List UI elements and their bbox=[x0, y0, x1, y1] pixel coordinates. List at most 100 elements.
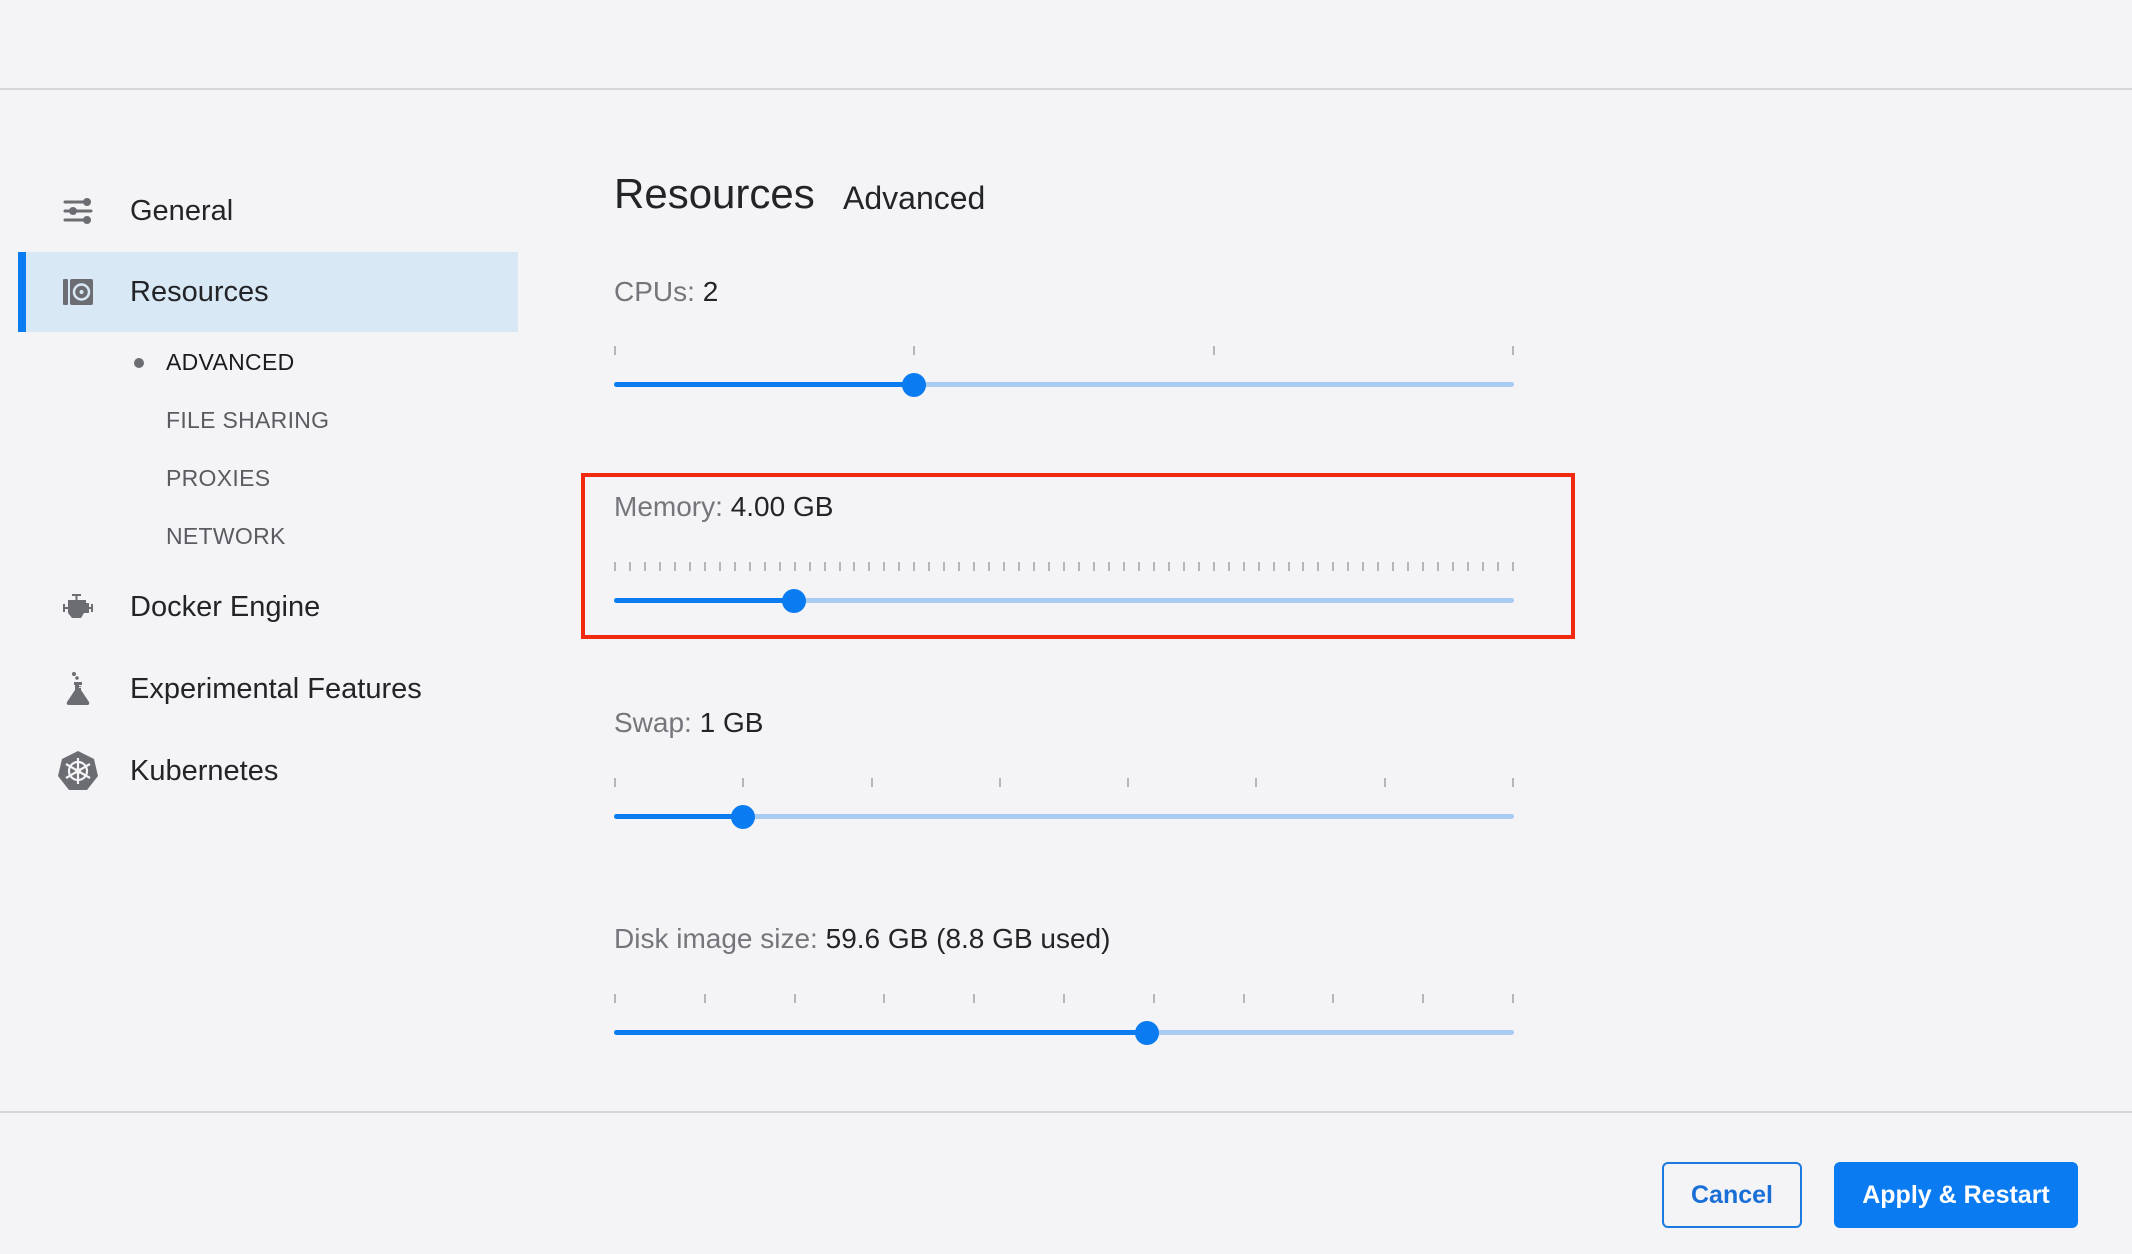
slider-tick bbox=[1122, 562, 1125, 571]
slider-tick bbox=[883, 562, 886, 571]
slider-tick bbox=[1482, 562, 1485, 571]
slider-tick bbox=[838, 562, 841, 571]
slider-tick bbox=[628, 562, 631, 571]
slider-tick bbox=[703, 562, 706, 571]
memory-label: Memory: 4.00 GB bbox=[614, 491, 833, 523]
slider-tick bbox=[1512, 994, 1514, 1003]
swap-label: Swap: 1 GB bbox=[614, 707, 763, 739]
flask-icon bbox=[60, 671, 96, 707]
swap-slider[interactable] bbox=[614, 778, 1514, 858]
subnav-network[interactable]: NETWORK bbox=[166, 523, 286, 550]
sidebar-item-label: Experimental Features bbox=[130, 672, 422, 705]
kubernetes-icon bbox=[56, 749, 100, 793]
slider-fill bbox=[614, 598, 794, 603]
slider-tick bbox=[643, 562, 646, 571]
slider-tick bbox=[1332, 562, 1335, 571]
slider-tick bbox=[673, 562, 676, 571]
slider-ticks bbox=[614, 778, 1514, 788]
slider-tick bbox=[1362, 562, 1365, 571]
swap-value: 1 GB bbox=[699, 707, 764, 738]
cpus-slider[interactable] bbox=[614, 346, 1514, 426]
header-divider bbox=[0, 88, 2132, 90]
slider-tick bbox=[1422, 994, 1425, 1003]
slider-tick bbox=[1287, 562, 1290, 571]
sidebar-item-docker-engine[interactable]: Docker Engine bbox=[18, 567, 518, 647]
slider-ticks bbox=[614, 562, 1514, 572]
slider-tick bbox=[823, 562, 826, 571]
slider-tick bbox=[1182, 562, 1185, 571]
cancel-button[interactable]: Cancel bbox=[1662, 1162, 1802, 1228]
slider-tick bbox=[614, 994, 616, 1003]
slider-tick bbox=[1003, 562, 1006, 571]
slider-tick bbox=[1512, 778, 1514, 787]
slider-tick bbox=[1077, 562, 1080, 571]
slider-tick bbox=[973, 994, 976, 1003]
slider-tick bbox=[658, 562, 661, 571]
page-subtitle: Advanced bbox=[843, 180, 986, 216]
slider-tick bbox=[1212, 562, 1215, 571]
slider-tick bbox=[1167, 562, 1170, 571]
slider-tick bbox=[1063, 562, 1065, 571]
slider-fill bbox=[614, 382, 914, 387]
slider-tick bbox=[733, 562, 736, 571]
slider-tick bbox=[913, 346, 916, 355]
sidebar-item-label: Docker Engine bbox=[130, 590, 321, 623]
slider-tick bbox=[1512, 346, 1514, 355]
slider-tick bbox=[718, 562, 721, 571]
sidebar-item-experimental-features[interactable]: Experimental Features bbox=[18, 649, 518, 729]
sidebar-item-resources[interactable]: Resources bbox=[18, 252, 518, 332]
memory-label-key: Memory: bbox=[614, 491, 723, 522]
sidebar-item-general[interactable]: General bbox=[18, 171, 518, 251]
slider-tick bbox=[868, 562, 871, 571]
slider-tick bbox=[1255, 778, 1258, 787]
subnav-advanced[interactable]: ADVANCED bbox=[166, 349, 295, 376]
slider-ticks bbox=[614, 994, 1514, 1004]
slider-tick bbox=[1127, 778, 1130, 787]
disk-label: Disk image size: 59.6 GB (8.8 GB used) bbox=[614, 923, 1110, 955]
slider-tick bbox=[1512, 562, 1514, 571]
slider-tick bbox=[1437, 562, 1440, 571]
slider-tick bbox=[1212, 346, 1215, 355]
sidebar-item-kubernetes[interactable]: Kubernetes bbox=[18, 731, 518, 811]
sidebar-item-label: General bbox=[130, 194, 234, 227]
swap-label-key: Swap: bbox=[614, 707, 692, 738]
slider-tick bbox=[1347, 562, 1350, 571]
disk-slider[interactable] bbox=[614, 994, 1514, 1074]
slider-tick bbox=[1197, 562, 1200, 571]
subnav-file-sharing[interactable]: FILE SHARING bbox=[166, 407, 329, 434]
slider-tick bbox=[1467, 562, 1470, 571]
cpus-label: CPUs: 2 bbox=[614, 276, 718, 308]
page-title: Resources bbox=[614, 170, 815, 217]
memory-slider[interactable] bbox=[614, 562, 1514, 642]
slider-tick bbox=[1242, 562, 1245, 571]
slider-tick bbox=[742, 778, 745, 787]
slider-tick bbox=[1392, 562, 1395, 571]
slider-thumb[interactable] bbox=[1134, 1021, 1159, 1045]
disk-value: 59.6 GB (8.8 GB used) bbox=[825, 923, 1111, 954]
slider-tick bbox=[688, 562, 691, 571]
slider-tick bbox=[748, 562, 751, 571]
apply-restart-button[interactable]: Apply & Restart bbox=[1834, 1162, 2078, 1228]
slider-tick bbox=[1092, 562, 1095, 571]
slider-thumb[interactable] bbox=[730, 805, 755, 829]
slider-tick bbox=[614, 778, 616, 787]
slider-tick bbox=[1422, 562, 1425, 571]
slider-tick bbox=[898, 562, 901, 571]
slider-tick bbox=[1107, 562, 1110, 571]
slider-ticks bbox=[614, 346, 1514, 356]
slider-tick bbox=[943, 562, 946, 571]
slider-tick bbox=[870, 778, 873, 787]
slider-tick bbox=[853, 562, 856, 571]
engine-icon bbox=[60, 589, 96, 625]
slider-tick bbox=[1137, 562, 1140, 571]
slider-thumb[interactable] bbox=[901, 373, 926, 397]
slider-tick bbox=[1317, 562, 1320, 571]
slider-thumb[interactable] bbox=[782, 589, 806, 613]
cpus-value: 2 bbox=[702, 276, 719, 307]
slider-tick bbox=[1257, 562, 1260, 571]
slider-tick bbox=[808, 562, 811, 571]
slider-tick bbox=[1227, 562, 1230, 571]
slider-tick bbox=[928, 562, 931, 571]
slider-tick bbox=[1383, 778, 1386, 787]
subnav-proxies[interactable]: PROXIES bbox=[166, 465, 270, 492]
